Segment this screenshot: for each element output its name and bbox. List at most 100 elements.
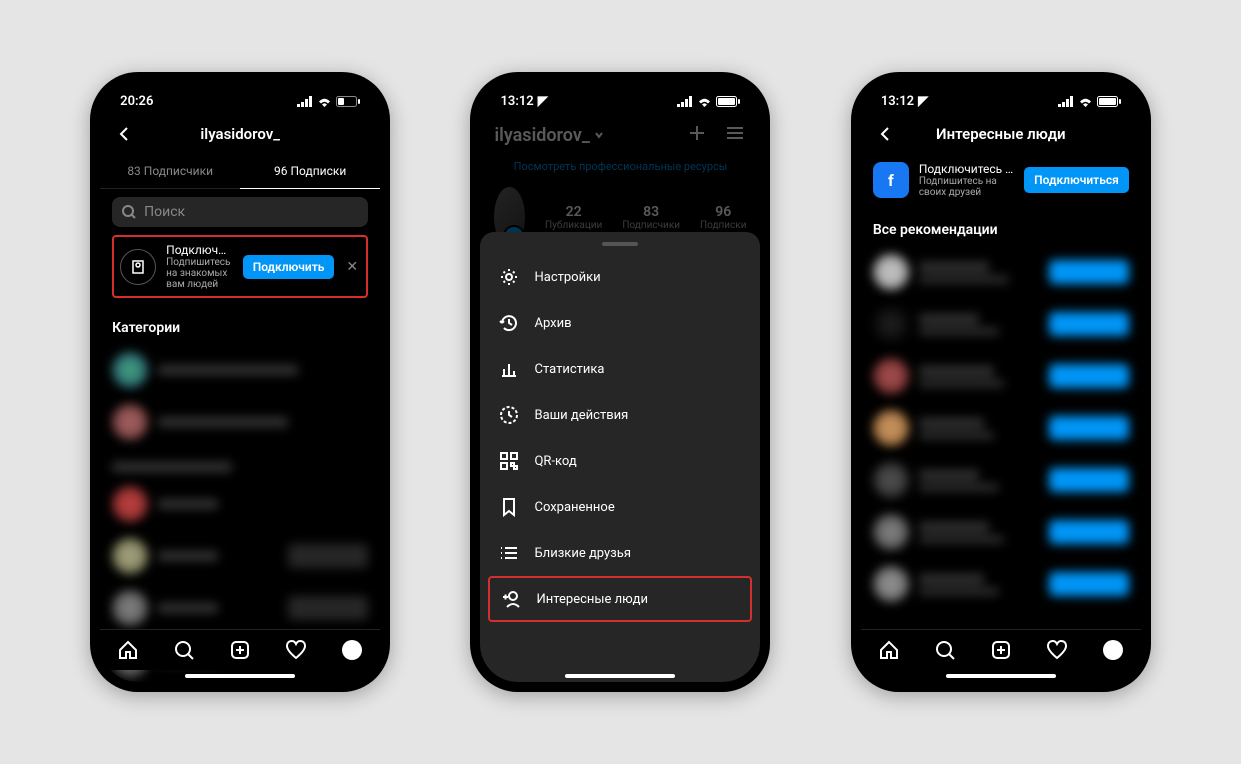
- categories-label: Категории: [100, 304, 380, 344]
- status-time: 13:12◤: [881, 94, 1001, 109]
- add-button[interactable]: [686, 122, 708, 148]
- header: ilyasidorov_: [100, 114, 380, 154]
- battery-icon: [1097, 96, 1121, 107]
- activity-icon: [498, 404, 520, 426]
- battery-icon: [336, 96, 360, 107]
- cellular-icon: [297, 96, 313, 107]
- search-icon: [122, 205, 136, 219]
- gear-icon: [498, 266, 520, 288]
- chevron-left-icon: [117, 127, 131, 141]
- menu-archive[interactable]: Архив: [480, 300, 760, 346]
- history-icon: [498, 312, 520, 334]
- back-button[interactable]: [873, 122, 897, 146]
- list-item: [861, 246, 1141, 298]
- close-icon[interactable]: ✕: [344, 259, 360, 275]
- facebook-icon: f: [873, 162, 909, 198]
- screen-2: 13:12◤ ilyasidorov_ Посмотреть профессио…: [480, 82, 760, 682]
- tabs: 83 Подписчики 96 Подписки: [100, 154, 380, 189]
- screen-1: 20:26 ilyasidorov_ 83 Подписчики 96 Подп…: [100, 82, 380, 682]
- status-time: 20:26: [120, 94, 240, 109]
- status-bar: 13:12◤: [480, 82, 760, 114]
- phone-2: 13:12◤ ilyasidorov_ Посмотреть профессио…: [470, 72, 770, 692]
- menu-close-friends[interactable]: Близкие друзья: [480, 530, 760, 576]
- profile-icon[interactable]: [1101, 638, 1125, 662]
- location-icon: ◤: [538, 94, 548, 109]
- home-icon[interactable]: [116, 638, 140, 662]
- pro-resources-link[interactable]: Посмотреть профессиональные ресурсы: [480, 156, 760, 177]
- menu-qr[interactable]: QR-код: [480, 438, 760, 484]
- search-input[interactable]: Поиск: [112, 197, 368, 227]
- tab-bar: [861, 629, 1141, 670]
- list-item: [861, 350, 1141, 402]
- followers-stat[interactable]: 83Подписчики: [622, 204, 680, 231]
- location-icon: ◤: [918, 94, 928, 109]
- fb-title: Подключитесь к Fac...: [919, 162, 1014, 176]
- sheet-handle[interactable]: [602, 242, 638, 246]
- search-icon[interactable]: [172, 638, 196, 662]
- add-icon[interactable]: [989, 638, 1013, 662]
- menu-discover-people[interactable]: Интересные люди: [488, 576, 752, 622]
- username-dropdown[interactable]: ilyasidorov_: [494, 125, 603, 146]
- status-time: 13:12◤: [500, 94, 620, 109]
- menu-button[interactable]: [724, 122, 746, 148]
- status-bar: 13:12◤: [861, 82, 1141, 114]
- list-item: [100, 478, 380, 530]
- home-icon[interactable]: [877, 638, 901, 662]
- phone-1: 20:26 ilyasidorov_ 83 Подписчики 96 Подп…: [90, 72, 390, 692]
- battery-icon: [716, 96, 740, 107]
- status-icons: [240, 96, 360, 107]
- list-item: [861, 506, 1141, 558]
- connect-subtitle: Подпишитесь на знакомых вам людей: [166, 257, 233, 290]
- list-item: [100, 582, 380, 634]
- menu-settings[interactable]: Настройки: [480, 254, 760, 300]
- screen-3: 13:12◤ Интересные люди f Подключитесь к …: [861, 82, 1141, 682]
- bookmark-icon: [498, 496, 520, 518]
- chevron-left-icon: [878, 127, 892, 141]
- list-item: [861, 558, 1141, 610]
- chevron-down-icon: [594, 130, 604, 140]
- search-icon[interactable]: [933, 638, 957, 662]
- bottom-sheet: Настройки Архив Статистика Ваши действия…: [480, 232, 760, 682]
- connect-text: Подключите конта... Подпишитесь на знако…: [166, 243, 233, 290]
- menu-activity[interactable]: Ваши действия: [480, 392, 760, 438]
- fb-connect-button[interactable]: Подключиться: [1024, 167, 1129, 193]
- menu-stats[interactable]: Статистика: [480, 346, 760, 392]
- add-icon[interactable]: [228, 638, 252, 662]
- tab-followers[interactable]: 83 Подписчики: [100, 154, 240, 188]
- header: Интересные люди: [861, 114, 1141, 154]
- connect-button[interactable]: Подключить: [243, 255, 335, 279]
- cellular-icon: [1058, 96, 1074, 107]
- contacts-icon: [120, 249, 156, 285]
- wifi-icon: [317, 96, 332, 107]
- following-stat[interactable]: 96Подписки: [700, 204, 746, 231]
- status-bar: 20:26: [100, 82, 380, 114]
- heart-icon[interactable]: [1045, 638, 1069, 662]
- back-button[interactable]: [112, 122, 136, 146]
- recommendations-label: Все рекомендации: [861, 206, 1141, 246]
- tab-bar: [100, 629, 380, 670]
- heart-icon[interactable]: [284, 638, 308, 662]
- facebook-connect-card: f Подключитесь к Fac... Подпишитесь на с…: [873, 162, 1129, 198]
- cellular-icon: [677, 96, 693, 107]
- list-item: [100, 396, 380, 448]
- list-item: [100, 530, 380, 582]
- stats-icon: [498, 358, 520, 380]
- list-item: [861, 454, 1141, 506]
- list-item: [861, 298, 1141, 350]
- status-icons: [1001, 96, 1121, 107]
- posts-stat[interactable]: 22Публикации: [545, 204, 602, 231]
- page-title: Интересные люди: [936, 125, 1066, 143]
- wifi-icon: [1078, 96, 1093, 107]
- connect-title: Подключите конта...: [166, 243, 233, 257]
- add-user-icon: [500, 588, 522, 610]
- profile-icon[interactable]: [340, 638, 364, 662]
- connect-contacts-card: Подключите конта... Подпишитесь на знако…: [112, 235, 368, 298]
- status-icons: [620, 96, 740, 107]
- wifi-icon: [697, 96, 712, 107]
- list-item: [861, 402, 1141, 454]
- tab-following[interactable]: 96 Подписки: [240, 154, 380, 188]
- menu-saved[interactable]: Сохраненное: [480, 484, 760, 530]
- qr-icon: [498, 450, 520, 472]
- page-title: ilyasidorov_: [200, 125, 280, 143]
- search-placeholder: Поиск: [144, 204, 185, 220]
